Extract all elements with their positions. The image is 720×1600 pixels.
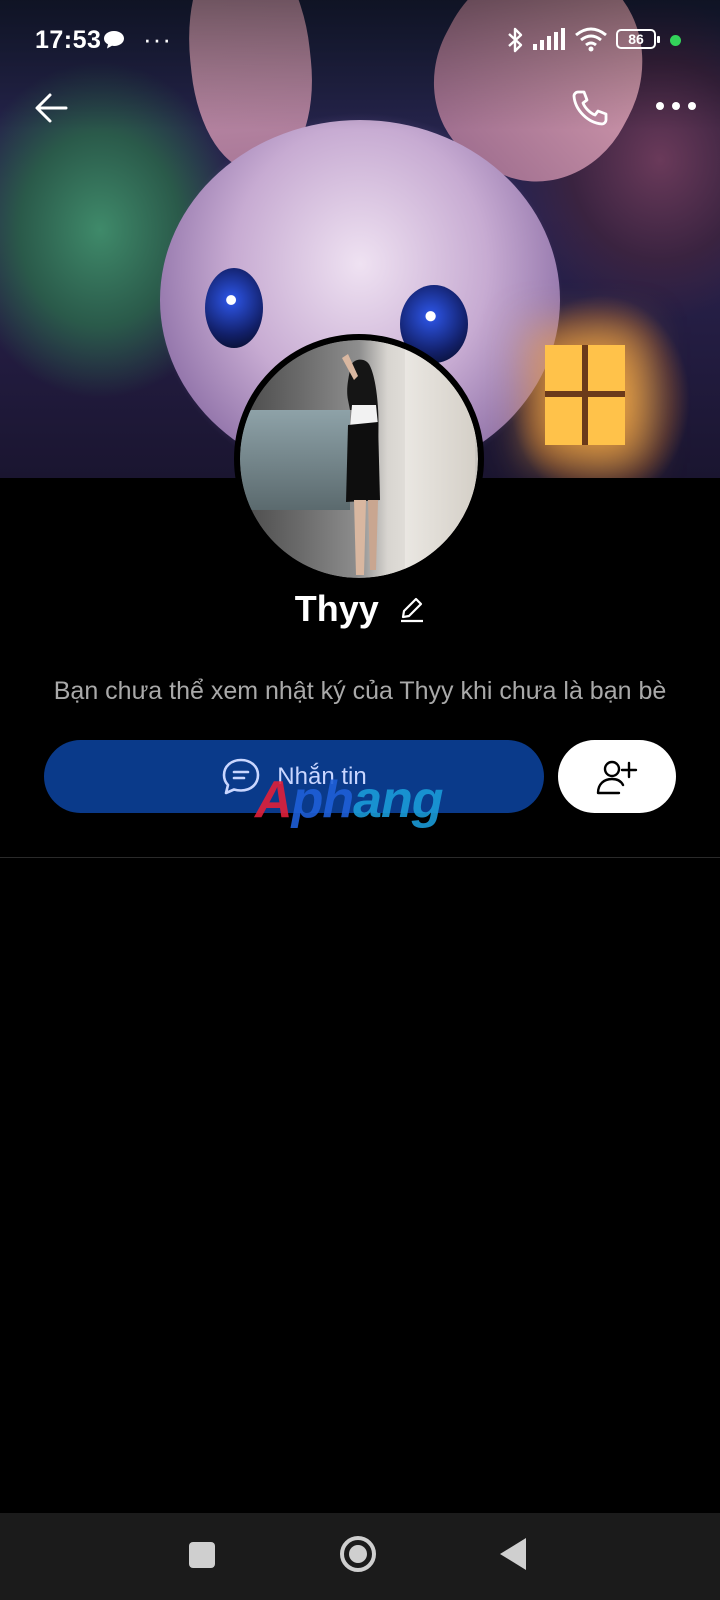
status-bar: 17:53 ··· 86 <box>0 0 720 80</box>
cover-art-window <box>545 345 625 445</box>
avatar[interactable] <box>234 334 484 584</box>
green-dot-indicator <box>670 35 681 46</box>
cover-art-eye <box>205 268 263 348</box>
bluetooth-icon <box>508 27 523 53</box>
avatar-photo-detail <box>405 340 475 578</box>
watermark-logo: Aphang <box>255 771 444 829</box>
avatar-photo <box>240 340 478 578</box>
profile-name-row: Thyy <box>0 588 720 638</box>
battery-level: 86 <box>628 31 644 47</box>
more-icon[interactable] <box>654 94 698 118</box>
home-button[interactable] <box>340 1536 376 1572</box>
battery-icon: 86 <box>616 29 660 49</box>
add-friend-button[interactable] <box>558 740 676 813</box>
signal-icon <box>533 28 565 50</box>
wifi-icon <box>575 27 607 52</box>
avatar-person-silhouette <box>342 354 380 575</box>
profile-name: Thyy <box>294 588 379 629</box>
divider <box>0 857 720 858</box>
system-back-button[interactable] <box>500 1538 526 1570</box>
back-arrow-icon[interactable] <box>32 88 72 128</box>
edit-icon[interactable] <box>397 595 425 623</box>
add-friend-icon <box>596 760 638 794</box>
status-time: 17:53 <box>35 26 102 54</box>
phone-icon[interactable] <box>568 86 612 130</box>
recent-apps-button[interactable] <box>189 1542 215 1568</box>
chat-bubble-icon <box>104 31 124 49</box>
diary-locked-note: Bạn chưa thể xem nhật ký của Thyy khi ch… <box>53 677 667 705</box>
system-navigation-bar <box>0 1513 720 1600</box>
status-overflow-dots: ··· <box>143 24 172 54</box>
